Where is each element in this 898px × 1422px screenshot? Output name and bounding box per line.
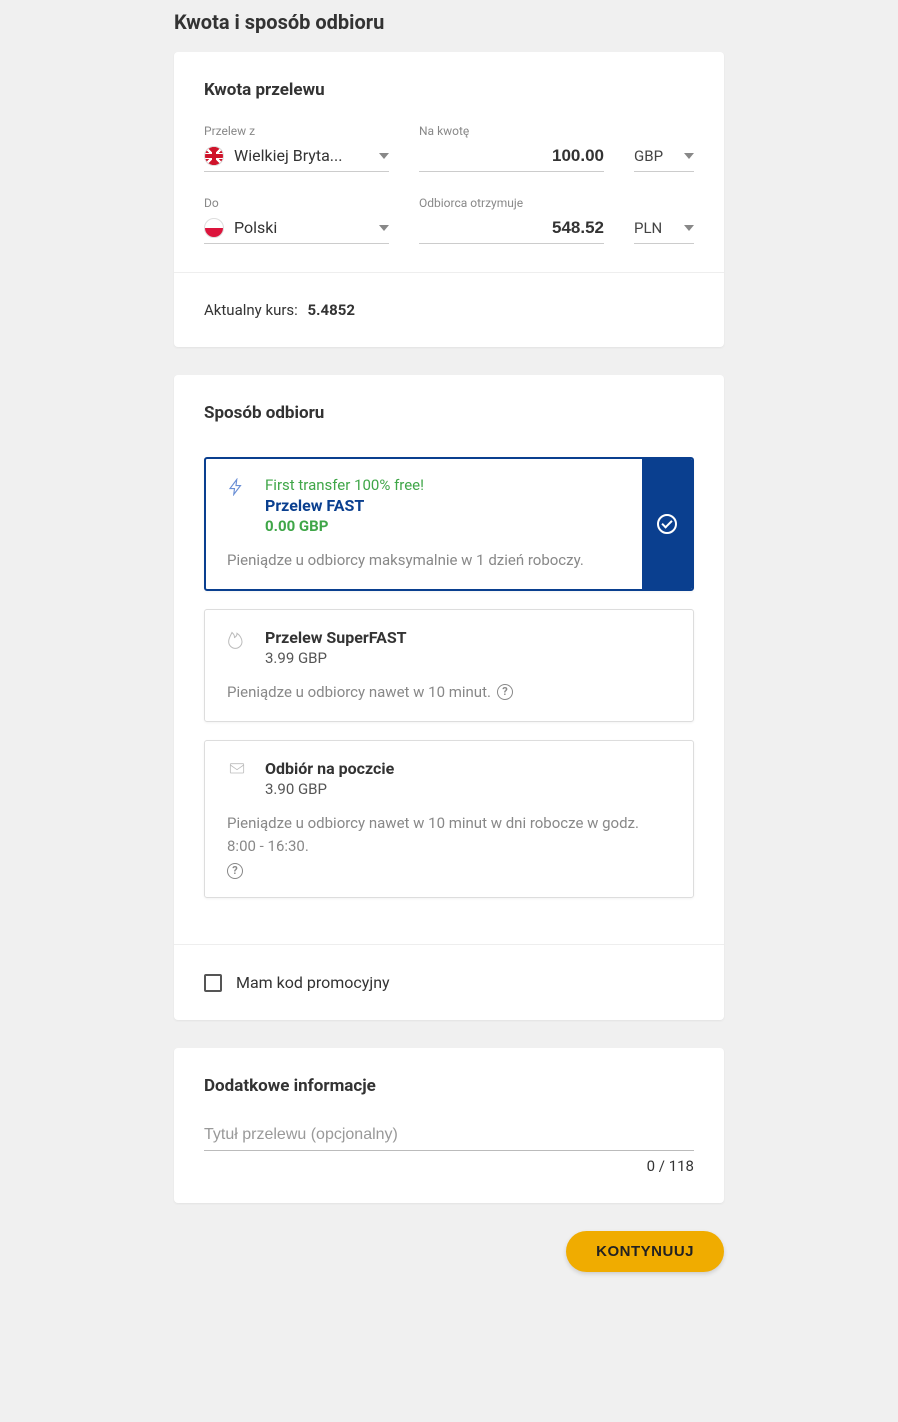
pl-flag-icon [204, 218, 224, 238]
chevron-down-icon [379, 153, 389, 159]
receive-amount-input[interactable] [419, 218, 604, 238]
from-country-name: Wielkiej Bryta... [234, 146, 373, 165]
extra-info-card: Dodatkowe informacje 0 / 118 [174, 1048, 724, 1203]
to-country-select[interactable]: Polski [204, 216, 389, 244]
amount-card: Kwota przelewu Przelew z Wielkiej Bryta.… [174, 52, 724, 347]
promo-code-label: Mam kod promocyjny [236, 973, 390, 992]
checkbox-icon [204, 974, 222, 992]
delivery-option[interactable]: Przelew SuperFAST 3.99 GBP Pieniądze u o… [204, 609, 694, 723]
option-desc: Pieniądze u odbiorcy maksymalnie w 1 dzi… [227, 549, 671, 572]
fire-icon [227, 630, 249, 654]
from-label: Przelew z [204, 124, 389, 138]
rate-label: Aktualny kurs: [204, 301, 298, 319]
help-icon[interactable]: ? [497, 684, 513, 700]
receive-label: Odbiorca otrzymuje [419, 196, 604, 210]
continue-button[interactable]: KONTYNUUJ [566, 1231, 724, 1272]
option-desc: Pieniądze u odbiorcy nawet w 10 minut.? [227, 681, 671, 704]
delivery-option[interactable]: Odbiór na poczcie 3.90 GBP Pieniądze u o… [204, 740, 694, 898]
bolt-icon [227, 478, 249, 500]
delivery-card: Sposób odbioru First transfer 100% free!… [174, 375, 724, 1020]
rate-value: 5.4852 [308, 301, 355, 319]
envelope-icon [227, 761, 249, 781]
send-amount-input[interactable] [419, 146, 604, 166]
amount-label: Na kwotę [419, 124, 604, 138]
option-price: 0.00 GBP [265, 517, 631, 535]
option-desc: Pieniądze u odbiorcy nawet w 10 minut w … [227, 812, 671, 879]
promo-code-checkbox[interactable]: Mam kod promocyjny [204, 973, 694, 992]
receive-currency: PLN [634, 219, 678, 237]
rate-line: Aktualny kurs: 5.4852 [204, 301, 694, 319]
option-name: Odbiór na poczcie [265, 759, 631, 778]
chevron-down-icon [684, 225, 694, 231]
check-icon [657, 514, 677, 534]
uk-flag-icon [204, 146, 224, 166]
char-counter: 0 / 118 [204, 1157, 694, 1175]
send-currency: GBP [634, 147, 678, 165]
delivery-section-title: Sposób odbioru [204, 403, 694, 423]
help-icon[interactable]: ? [227, 863, 243, 879]
chevron-down-icon [379, 225, 389, 231]
option-price: 3.99 GBP [265, 649, 631, 667]
to-label: Do [204, 196, 389, 210]
option-name: Przelew FAST [265, 496, 631, 515]
selected-indicator [642, 459, 692, 589]
chevron-down-icon [684, 153, 694, 159]
delivery-option[interactable]: First transfer 100% free! Przelew FAST 0… [204, 457, 694, 591]
option-name: Przelew SuperFAST [265, 628, 631, 647]
receive-currency-select[interactable]: PLN [634, 216, 694, 244]
transfer-title-input[interactable] [204, 1120, 694, 1151]
page-title: Kwota i sposób odbioru [174, 10, 724, 34]
option-price: 3.90 GBP [265, 780, 631, 798]
send-currency-select[interactable]: GBP [634, 144, 694, 172]
to-country-name: Polski [234, 218, 373, 237]
from-country-select[interactable]: Wielkiej Bryta... [204, 144, 389, 172]
option-promo: First transfer 100% free! [265, 476, 631, 494]
extra-section-title: Dodatkowe informacje [204, 1076, 694, 1096]
amount-section-title: Kwota przelewu [204, 80, 694, 100]
